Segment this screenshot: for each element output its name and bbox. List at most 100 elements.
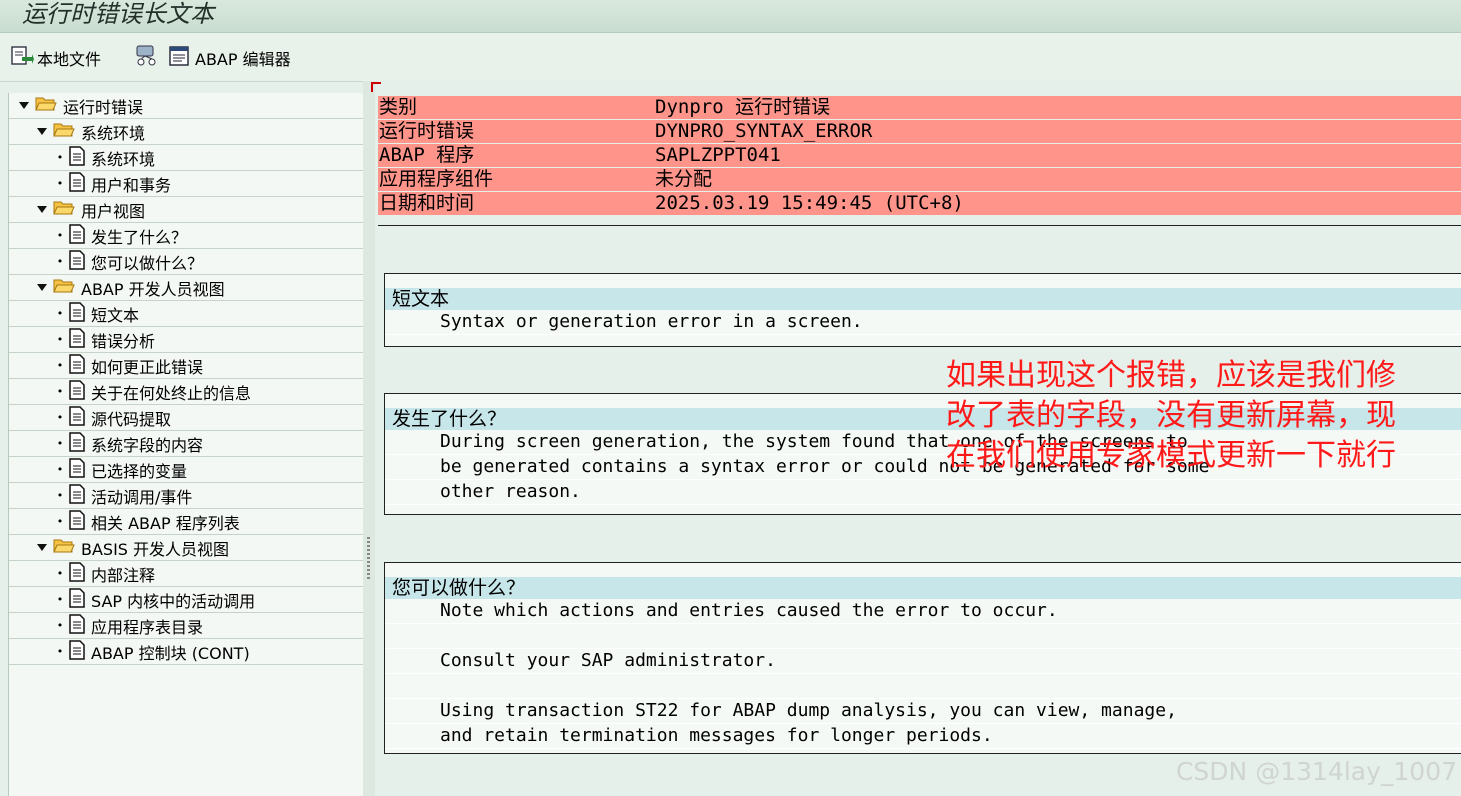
tree-folder-node[interactable]: 运行时错误 — [9, 93, 374, 119]
tree-leaf-node[interactable]: • 关于在何处终止的信息 — [9, 379, 410, 405]
document-icon — [69, 353, 85, 378]
tree-node-label: ABAP 开发人员视图 — [81, 279, 225, 299]
document-icon — [69, 327, 85, 352]
header-key: 类别 — [379, 96, 418, 118]
folder-open-icon — [53, 278, 75, 298]
header-divider — [378, 225, 1461, 226]
navigation-tree: 运行时错误 系统环境 • 系统环境 • 用户和事务 用户视图 • 发生了什么？ • 您可以做什么？ A… — [8, 93, 410, 796]
tree-node-label: 相关 ABAP 程序列表 — [91, 513, 240, 533]
toolbar: 本地文件 ABAP 编辑器 — [0, 33, 1461, 82]
header-row: 类别 Dynpro 运行时错误 — [378, 96, 1461, 119]
document-icon — [69, 379, 85, 404]
tree-leaf-node[interactable]: • 系统环境 — [9, 145, 410, 171]
abap-editor-button[interactable]: ABAP 编辑器 — [168, 45, 291, 71]
expand-arrow-icon[interactable] — [37, 284, 47, 291]
abap-editor-label: ABAP 编辑器 — [195, 50, 291, 69]
red-annotation-note: 如果出现这个报错，应该是我们修 改了表的字段，没有更新屏幕，现 在我们使用专家模式更… — [946, 356, 1416, 476]
bullet-icon: • — [56, 307, 64, 320]
network-button[interactable] — [134, 45, 163, 71]
folder-open-icon — [35, 96, 57, 116]
tree-leaf-node[interactable]: • 活动调用/事件 — [9, 483, 410, 509]
tree-leaf-node[interactable]: • 错误分析 — [9, 327, 410, 353]
tree-node-label: 用户和事务 — [91, 175, 172, 195]
document-icon — [69, 639, 85, 664]
header-row: ABAP 程序 SAPLZPPT041 — [378, 144, 1461, 167]
tree-leaf-node[interactable]: • 源代码提取 — [9, 405, 410, 431]
document-icon — [69, 483, 85, 508]
focus-corner-marker — [371, 82, 381, 92]
header-value: Dynpro 运行时错误 — [655, 96, 831, 118]
tree-leaf-node[interactable]: • 短文本 — [9, 301, 410, 327]
local-file-icon — [10, 45, 34, 71]
tree-leaf-node[interactable]: • 发生了什么？ — [9, 223, 410, 249]
header-row: 运行时错误 DYNPRO_SYNTAX_ERROR — [378, 120, 1461, 143]
bullet-icon: • — [56, 359, 64, 372]
tree-leaf-node[interactable]: • 如何更正此错误 — [9, 353, 410, 379]
tree-leaf-node[interactable]: • 应用程序表目录 — [9, 613, 410, 639]
bullet-icon: • — [56, 177, 64, 190]
tree-node-label: 发生了什么？ — [91, 227, 188, 247]
header-row: 日期和时间 2025.03.19 15:49:45 (UTC+8) — [378, 192, 1461, 215]
document-icon — [69, 223, 85, 248]
header-value: 未分配 — [655, 168, 713, 190]
bullet-icon: • — [56, 151, 64, 164]
window-titlebar: 运行时错误长文本 — [0, 0, 1461, 33]
header-key: 运行时错误 — [379, 120, 475, 142]
tree-node-label: 系统字段的内容 — [91, 435, 204, 455]
tree-leaf-node[interactable]: • 已选择的变量 — [9, 457, 410, 483]
tree-folder-node[interactable]: 系统环境 — [9, 119, 392, 145]
tree-node-label: 系统环境 — [81, 123, 146, 143]
header-row: 应用程序组件 未分配 — [378, 168, 1461, 191]
tree-folder-node[interactable]: ABAP 开发人员视图 — [9, 275, 392, 301]
csdn-watermark: CSDN @1314lay_1007 — [1175, 757, 1457, 786]
tree-node-label: 源代码提取 — [91, 409, 172, 429]
tree-node-label: 系统环境 — [91, 149, 156, 169]
tree-leaf-node[interactable]: • SAP 内核中的活动调用 — [9, 587, 410, 613]
document-icon — [69, 301, 85, 326]
bullet-icon: • — [56, 489, 64, 502]
header-value: SAPLZPPT041 — [655, 144, 781, 166]
tree-folder-node[interactable]: 用户视图 — [9, 197, 392, 223]
splitter-grip-icon[interactable] — [367, 537, 370, 579]
window-title: 运行时错误长文本 — [22, 0, 214, 28]
tree-leaf-node[interactable]: • ABAP 控制块 (CONT) — [9, 639, 410, 665]
bullet-icon: • — [56, 333, 64, 346]
document-icon — [69, 145, 85, 170]
section-text-line: Syntax or generation error in a screen. — [385, 310, 1461, 335]
tree-node-label: 如何更正此错误 — [91, 357, 204, 377]
tree-leaf-node[interactable]: • 系统字段的内容 — [9, 431, 410, 457]
section-what-can-you-do: 您可以做什么？ Note which actions and entries c… — [384, 562, 1461, 754]
section-text-line — [385, 674, 1461, 699]
document-icon — [69, 613, 85, 638]
bullet-icon: • — [56, 593, 64, 606]
bullet-icon: • — [56, 619, 64, 632]
section-text-line: Note which actions and entries caused th… — [385, 599, 1461, 624]
document-icon — [69, 457, 85, 482]
error-header-table: 类别 Dynpro 运行时错误 运行时错误 DYNPRO_SYNTAX_ERROR AB… — [378, 96, 1461, 216]
bullet-icon: • — [56, 645, 64, 658]
tree-node-label: 活动调用/事件 — [91, 487, 193, 507]
panel-splitter[interactable] — [363, 81, 375, 796]
document-icon — [69, 509, 85, 534]
expand-arrow-icon[interactable] — [37, 544, 47, 551]
tree-leaf-node[interactable]: • 您可以做什么？ — [9, 249, 410, 275]
tree-folder-node[interactable]: BASIS 开发人员视图 — [9, 535, 392, 561]
bullet-icon: • — [56, 437, 64, 450]
document-icon — [69, 405, 85, 430]
folder-open-icon — [53, 538, 75, 558]
section-text-line: other reason. — [385, 480, 1461, 505]
tree-leaf-node[interactable]: • 相关 ABAP 程序列表 — [9, 509, 410, 535]
expand-arrow-icon[interactable] — [37, 206, 47, 213]
local-file-button[interactable]: 本地文件 — [10, 45, 101, 71]
expand-arrow-icon[interactable] — [19, 102, 29, 109]
bullet-icon: • — [56, 385, 64, 398]
section-text-line: Using transaction ST22 for ABAP dump ana… — [385, 699, 1461, 724]
tree-node-label: 短文本 — [91, 305, 140, 325]
tree-node-label: 用户视图 — [81, 201, 146, 221]
annotation-line: 在我们使用专家模式更新一下就行 — [946, 438, 1396, 473]
tree-leaf-node[interactable]: • 用户和事务 — [9, 171, 410, 197]
document-icon — [69, 171, 85, 196]
expand-arrow-icon[interactable] — [37, 128, 47, 135]
document-icon — [69, 431, 85, 456]
tree-leaf-node[interactable]: • 内部注释 — [9, 561, 410, 587]
